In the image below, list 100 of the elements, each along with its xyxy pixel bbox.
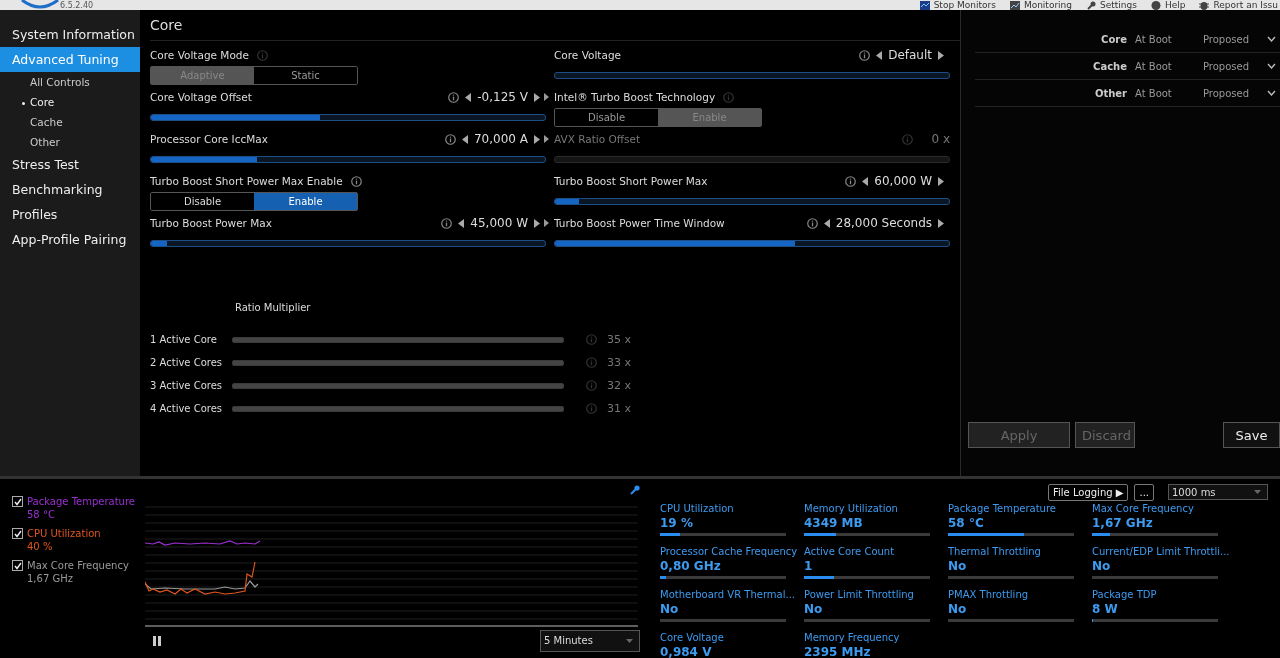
decrease-arrow-icon[interactable] — [462, 134, 468, 144]
proposed-label: Proposed — [1203, 60, 1251, 72]
file-logging-button[interactable]: File Logging ▶ — [1048, 483, 1129, 501]
wrench-icon[interactable] — [630, 485, 640, 495]
control-value: 70,000 A — [474, 132, 528, 146]
slider-track[interactable] — [150, 240, 546, 247]
sidebar-subitem[interactable]: Core — [0, 92, 140, 112]
metric-label: Memory Utilization — [804, 503, 899, 514]
range-dropdown[interactable]: 5 Minutes — [540, 629, 640, 652]
ratio-label: 1 Active Core — [150, 334, 218, 345]
profile-name: Other — [1093, 87, 1127, 99]
at-boot-label: At Boot — [1135, 60, 1173, 72]
checkbox[interactable] — [12, 528, 23, 539]
slider-track[interactable] — [150, 114, 546, 121]
control-value: 28,000 Seconds — [835, 216, 932, 230]
metric-value: 1,67 GHz — [1092, 516, 1154, 530]
sidebar-subitem[interactable]: Cache — [0, 112, 140, 132]
proposed-label: Proposed — [1203, 87, 1251, 99]
chevron-down-icon[interactable] — [1267, 36, 1276, 42]
metric-value: 1 — [804, 559, 814, 573]
slider-track[interactable] — [554, 240, 950, 247]
info-icon[interactable] — [448, 91, 460, 103]
decrease-arrow-icon[interactable] — [862, 176, 869, 186]
chevron-down-icon[interactable] — [1267, 90, 1276, 96]
sidebar-item[interactable]: App-Profile Pairing — [0, 227, 140, 252]
decrease-arrow-icon[interactable] — [465, 92, 472, 102]
sidebar-item[interactable]: Profiles — [0, 202, 140, 227]
metric-value: No — [948, 559, 968, 573]
checkbox[interactable] — [12, 496, 23, 507]
toggle-option[interactable]: Enable — [254, 193, 357, 210]
metric-value: 4349 MB — [804, 516, 864, 530]
control-label: Turbo Boost Power Max — [150, 217, 272, 229]
sidebar-item[interactable]: System Information — [0, 22, 140, 47]
metric-label: Power Limit Throttling — [804, 589, 915, 600]
action-button[interactable]: Save — [1223, 422, 1280, 448]
sidebar-subitem[interactable]: All Controls — [0, 72, 140, 92]
metric-value: No — [660, 602, 680, 616]
increase-arrow-icon[interactable] — [534, 134, 540, 144]
info-icon[interactable] — [441, 217, 453, 229]
control-value: 0 x — [931, 132, 950, 146]
metric-value: No — [948, 602, 968, 616]
toolbar-button[interactable]: Monitoring — [1009, 1, 1073, 10]
decrease-arrow-icon[interactable] — [876, 50, 883, 60]
increase-arrow-icon[interactable] — [938, 218, 944, 228]
control-label: Core Voltage Offset — [150, 91, 252, 103]
metric-label: PMAX Throttling — [948, 589, 1030, 600]
interval-dropdown[interactable]: 1000 ms — [1168, 484, 1268, 500]
control-value: 45,000 W — [470, 216, 528, 230]
check-icon — [13, 529, 22, 538]
toolbar-button[interactable]: Report an Issu — [1199, 1, 1278, 10]
metric-value: 58 °C — [948, 516, 985, 530]
chevron-down-icon[interactable] — [1267, 63, 1276, 69]
toolbar-button[interactable]: Help — [1150, 1, 1186, 10]
dropdown-arrow-icon — [626, 638, 633, 643]
control-label: Turbo Boost Power Time Window — [554, 217, 725, 229]
toolbar-button[interactable]: Stop Monitors — [919, 1, 996, 10]
decrease-arrow-icon[interactable] — [823, 218, 830, 228]
info-icon[interactable] — [845, 175, 857, 187]
legend-label: CPU Utilization — [27, 527, 101, 540]
increase-arrow-icon[interactable] — [938, 176, 944, 186]
version-text: 6.5.2.40 — [60, 2, 94, 10]
sidebar-item[interactable]: Benchmarking — [0, 177, 140, 202]
metric-label: Current/EDP Limit Throttli... — [1092, 546, 1231, 557]
pause-button[interactable] — [151, 634, 163, 647]
more-button[interactable]: ... — [1134, 483, 1154, 501]
control-label: Turbo Boost Short Power Max — [554, 175, 708, 187]
sidebar-item[interactable]: Stress Test — [0, 152, 140, 177]
control-label: Turbo Boost Short Power Max Enable — [150, 175, 343, 187]
metric-value: 0,80 GHz — [660, 559, 722, 573]
expand-icon[interactable] — [544, 219, 549, 227]
slider-track[interactable] — [554, 72, 950, 79]
control-label: Intel® Turbo Boost Technology — [554, 91, 716, 103]
slider-track[interactable] — [150, 156, 546, 163]
bug-icon — [1199, 1, 1210, 10]
section-heading: Ratio Multiplier — [235, 302, 312, 315]
metric-label: Package TDP — [1092, 589, 1158, 600]
ratio-label: 3 Active Cores — [150, 380, 223, 391]
legend-value: 1,67 GHz — [27, 572, 74, 585]
metric-label: Active Core Count — [804, 546, 896, 557]
metric-label: Package Temperature — [948, 503, 1057, 514]
decrease-arrow-icon[interactable] — [458, 218, 465, 228]
metric-value: 2395 MHz — [804, 645, 872, 658]
increase-arrow-icon[interactable] — [534, 218, 540, 228]
metric-value: 19 % — [660, 516, 694, 530]
sidebar-subitem[interactable]: Other — [0, 132, 140, 152]
info-icon[interactable] — [859, 49, 871, 61]
chart-icon — [1009, 1, 1020, 10]
info-icon[interactable] — [445, 133, 456, 145]
increase-arrow-icon[interactable] — [534, 92, 540, 102]
slider-track[interactable] — [554, 198, 950, 205]
metric-label: Max Core Frequency — [1092, 503, 1195, 514]
profile-name: Cache — [1092, 60, 1127, 72]
dropdown-arrow-icon — [1254, 490, 1261, 494]
legend-value: 40 % — [27, 540, 54, 553]
check-icon — [13, 497, 22, 506]
increase-arrow-icon[interactable] — [938, 50, 944, 60]
info-icon[interactable] — [806, 217, 818, 229]
metric-label: Thermal Throttling — [948, 546, 1042, 557]
checkbox[interactable] — [12, 560, 23, 571]
info-icon[interactable] — [350, 175, 362, 187]
